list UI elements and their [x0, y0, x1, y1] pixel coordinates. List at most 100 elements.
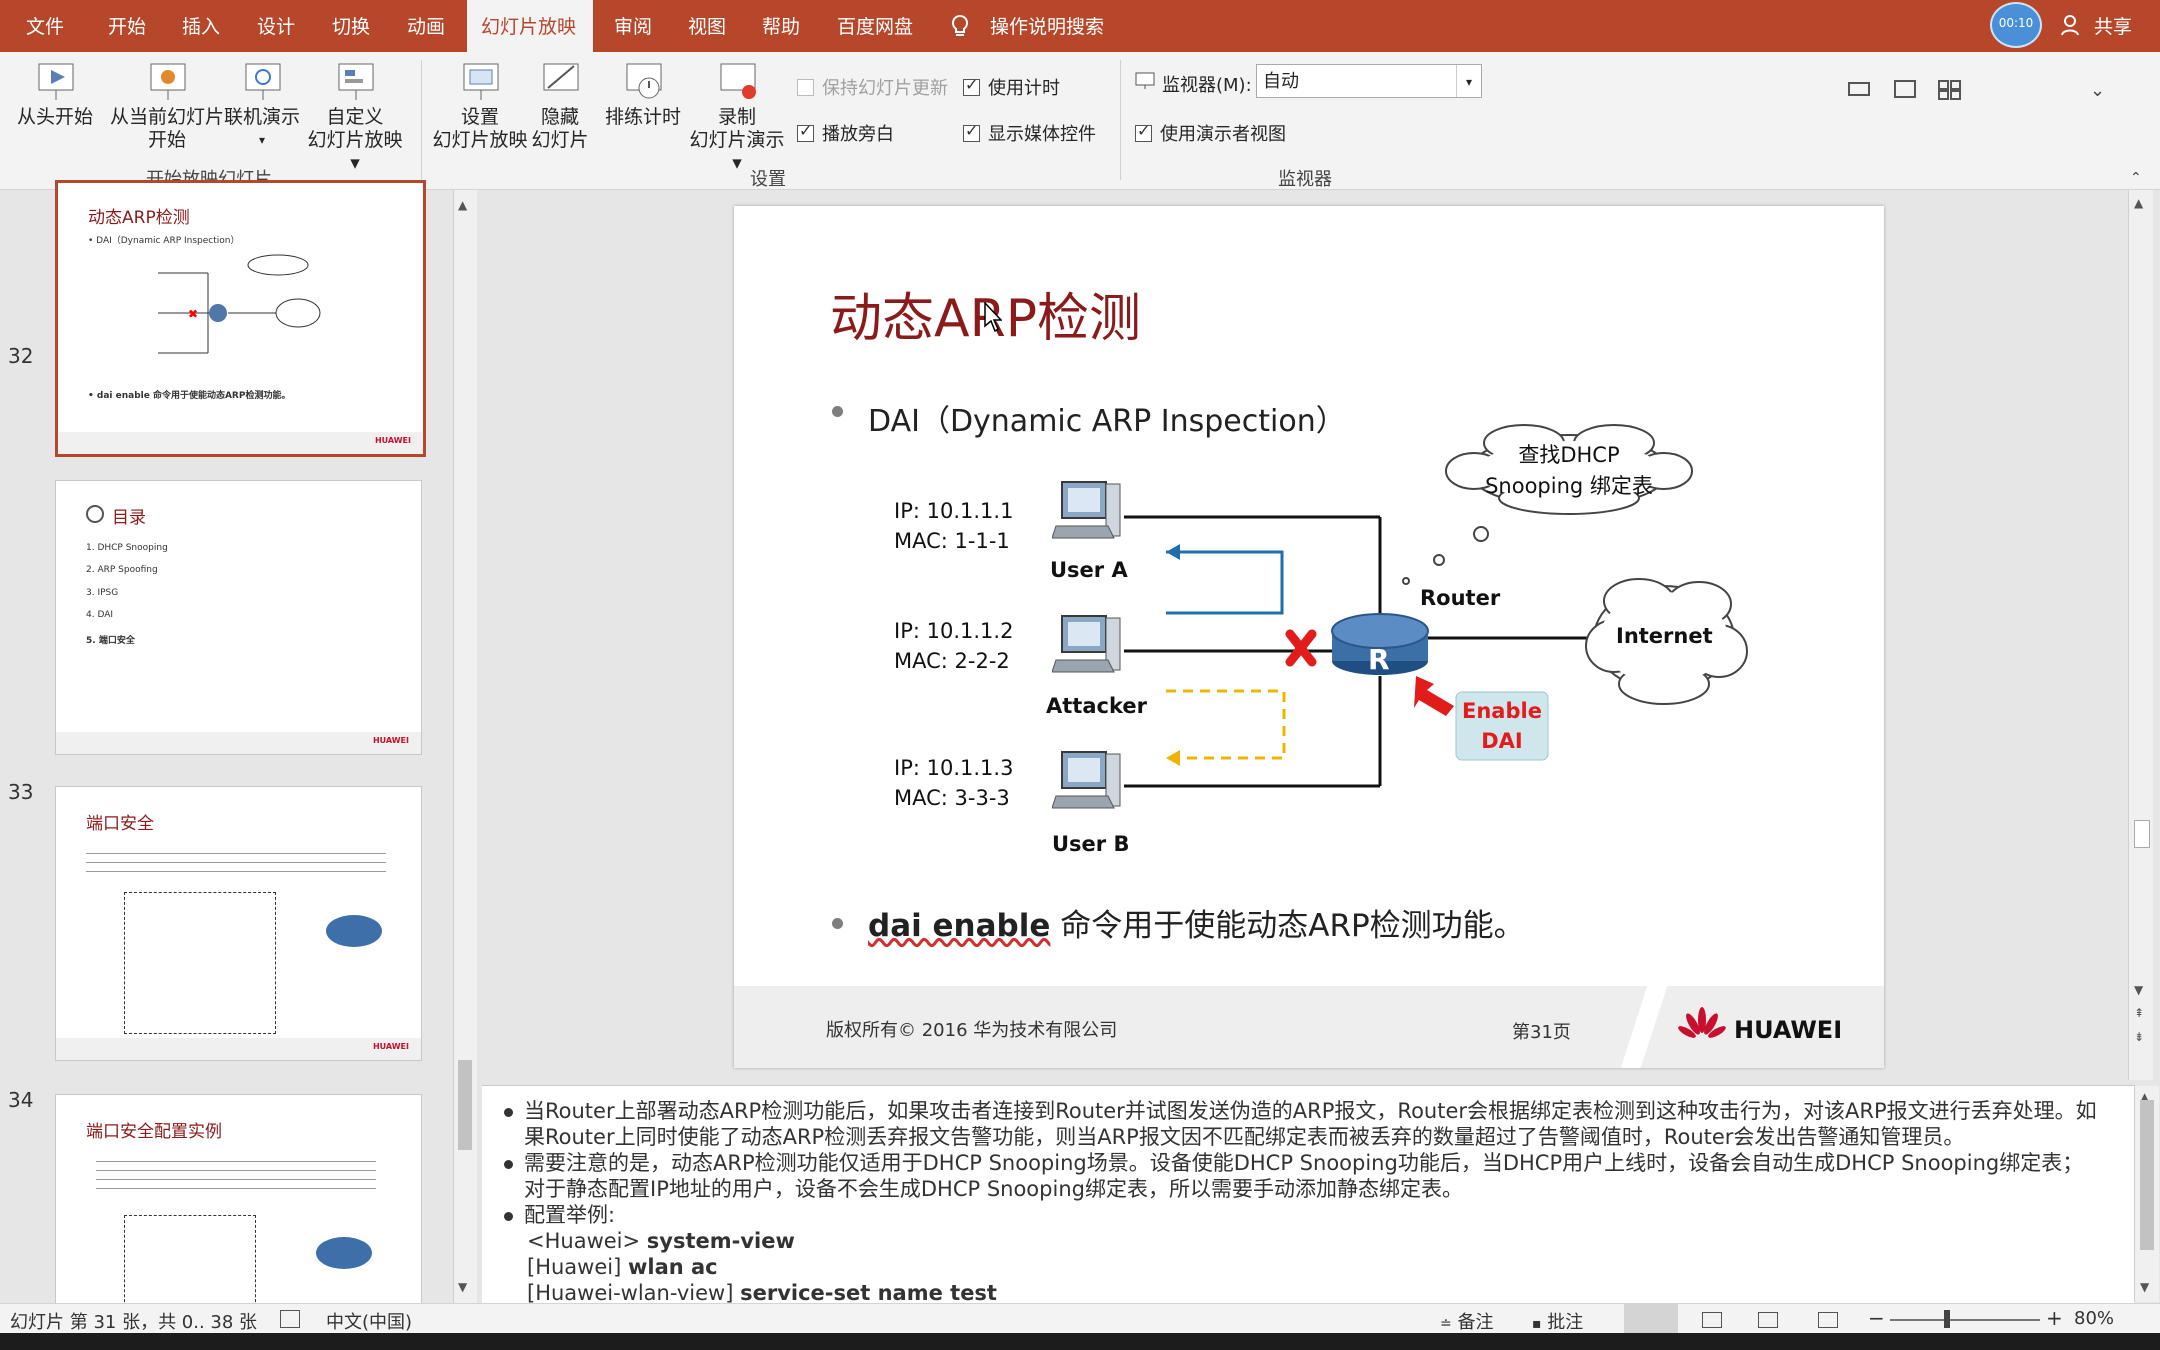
- comments-button[interactable]: ▪ 批注: [1532, 1308, 1583, 1334]
- grid-view-icon[interactable]: [1938, 80, 1962, 100]
- hide-slide-icon: [540, 60, 580, 102]
- monitor-icon: [1135, 72, 1155, 90]
- from-beginning-button[interactable]: 从头开始: [10, 60, 100, 129]
- spellcheck-icon[interactable]: [280, 1310, 300, 1328]
- group-label-setup: 设置: [750, 169, 786, 190]
- internet-label: Internet: [1616, 624, 1713, 648]
- language-indicator[interactable]: 中文(中国): [326, 1308, 412, 1334]
- next-slide-icon[interactable]: ⇟: [2134, 1030, 2144, 1044]
- tab-baidu-netdisk[interactable]: 百度网盘: [823, 0, 927, 52]
- setup-slideshow-icon: [460, 60, 500, 102]
- tab-slideshow[interactable]: 幻灯片放映: [467, 0, 593, 52]
- zoom-slider[interactable]: [1890, 1319, 2040, 1321]
- svg-text:✖: ✖: [188, 307, 198, 321]
- internet-cloud-icon: [326, 915, 382, 947]
- setup-slideshow-button[interactable]: 设置 幻灯片放映: [428, 60, 532, 152]
- hide-slide-button[interactable]: 隐藏 幻灯片: [528, 60, 592, 152]
- tab-animations[interactable]: 动画: [393, 0, 459, 52]
- rehearse-timings-button[interactable]: 排练计时: [602, 60, 684, 129]
- tab-review[interactable]: 审阅: [600, 0, 666, 52]
- slide-thumbnail-32[interactable]: 目录 1. DHCP Snooping 2. ARP Spoofing 3. I…: [55, 480, 422, 755]
- slide-thumbnail-31[interactable]: 动态ARP检测 • DAI（Dynamic ARP Inspection） ✖ …: [55, 180, 426, 457]
- scrollbar-thumb[interactable]: [2140, 1100, 2154, 1250]
- pc-icon: [1051, 478, 1124, 550]
- router-label: Router: [1420, 586, 1501, 610]
- slide-scrollbar[interactable]: ▲ ▼ ⇞ ⇟: [2128, 190, 2153, 1080]
- slide-view-icon[interactable]: [1894, 80, 1916, 98]
- slideshow-play-icon: [35, 60, 75, 102]
- scrollbar-thumb[interactable]: [458, 1060, 472, 1150]
- pc-icon: [1051, 612, 1124, 684]
- notes-scrollbar[interactable]: ▲ ▼: [2134, 1086, 2159, 1302]
- tab-help[interactable]: 帮助: [748, 0, 814, 52]
- thumbnail-scrollbar[interactable]: ▲ ▼: [453, 190, 477, 1303]
- tab-file[interactable]: 文件: [12, 0, 78, 52]
- attacker-address: IP: 10.1.1.2 MAC: 2-2-2: [894, 619, 1014, 673]
- note-code-line: [Huawei] wlan ac: [527, 1255, 718, 1279]
- normal-view-button[interactable]: [1624, 1304, 1678, 1334]
- note-paragraph: 需要注意的是，动态ARP检测功能仅适用于DHCP Snooping场景。设备使能…: [504, 1150, 2104, 1202]
- tab-home[interactable]: 开始: [94, 0, 160, 52]
- rehearse-timer-icon: [623, 60, 663, 102]
- note-paragraph: 配置举例:: [504, 1202, 2104, 1228]
- notes-toggle-button[interactable]: ≐ 备注: [1440, 1308, 1493, 1334]
- user-a-address: IP: 10.1.1.1 MAC: 1-1-1: [894, 499, 1014, 553]
- tab-transitions[interactable]: 切换: [318, 0, 384, 52]
- thumbnail-diagram: ✖: [98, 253, 321, 363]
- note-code-line: <Huawei> system-view: [527, 1229, 795, 1253]
- zoom-in-button[interactable]: +: [2046, 1306, 2063, 1330]
- custom-slideshow-icon: [335, 60, 375, 102]
- ribbon-divider: [1120, 60, 1121, 180]
- tell-me-search[interactable]: 操作说明搜索: [976, 0, 1118, 52]
- keep-slides-updated-checkbox[interactable]: 保持幻灯片更新: [797, 74, 948, 100]
- thumbnail-pane: 动态ARP检测 • DAI（Dynamic ARP Inspection） ✖ …: [0, 180, 477, 1316]
- taskbar: [0, 1333, 2160, 1350]
- record-icon: [717, 60, 757, 102]
- slideshow-view-icon[interactable]: [1818, 1312, 1838, 1328]
- toc-icon: [86, 505, 104, 523]
- slide-thumbnail-34[interactable]: 端口安全配置实例: [55, 1094, 422, 1316]
- share-button[interactable]: 共享: [2080, 0, 2146, 52]
- ribbon: 从头开始 从当前幻灯片 开始 联机演示 ▾ 自定义 幻灯片放映 ▾ 开始放映幻灯…: [0, 52, 2160, 190]
- presenter-view-checkbox[interactable]: 使用演示者视图: [1135, 120, 1286, 146]
- attacker-label: Attacker: [1046, 694, 1147, 718]
- mouse-cursor-icon: [984, 301, 1003, 333]
- slide-count-text: 幻灯片 第 31 张，共 0.. 38 张: [10, 1312, 258, 1333]
- note-paragraph: 当Router上部署动态ARP检测功能后，如果攻击者连接到Router并试图发送…: [504, 1098, 2104, 1150]
- bullet-dot: [832, 918, 843, 929]
- notes-pane[interactable]: 当Router上部署动态ARP检测功能后，如果攻击者连接到Router并试图发送…: [482, 1085, 2135, 1304]
- zoom-out-button[interactable]: −: [1868, 1306, 1885, 1330]
- show-media-controls-checkbox[interactable]: 显示媒体控件: [963, 120, 1096, 146]
- tab-design[interactable]: 设计: [243, 0, 309, 52]
- zoom-slider-thumb[interactable]: [1944, 1310, 1950, 1328]
- svg-text:R: R: [1368, 643, 1390, 676]
- pc-icon: [1051, 748, 1124, 820]
- page-number: 第31页: [1512, 1022, 1571, 1043]
- chevron-down-icon[interactable]: ▾: [1456, 65, 1481, 97]
- use-timings-checkbox[interactable]: 使用计时: [963, 74, 1060, 100]
- ribbon-tab-bar: 文件 开始 插入 设计 切换 动画 幻灯片放映 审阅 视图 帮助 百度网盘 操作…: [0, 0, 2160, 52]
- present-online-button[interactable]: 联机演示 ▾: [216, 60, 308, 152]
- user-b-label: User B: [1052, 832, 1130, 856]
- record-slideshow-button[interactable]: 录制 幻灯片演示 ▾: [682, 60, 792, 175]
- zoom-level[interactable]: 80%: [2074, 1308, 2114, 1329]
- tab-view[interactable]: 视图: [674, 0, 740, 52]
- scrollbar-thumb[interactable]: [2134, 820, 2150, 848]
- play-narrations-checkbox[interactable]: 播放旁白: [797, 120, 894, 146]
- group-label-monitor: 监视器: [1278, 169, 1332, 190]
- slide-canvas[interactable]: 动态ARP检测 DAI（Dynamic ARP Inspection） R: [734, 206, 1884, 1068]
- slide-bullet-2[interactable]: dai enable 命令用于使能动态ARP检测功能。: [868, 900, 1525, 945]
- slide-sorter-icon[interactable]: [1702, 1312, 1722, 1328]
- collapse-ribbon-icon[interactable]: ⌃: [2130, 170, 2142, 186]
- slide-thumbnail-33[interactable]: 端口安全 HUAWEI: [55, 786, 422, 1061]
- chevron-down-icon[interactable]: ⌄: [2090, 80, 2110, 101]
- normal-view-icon[interactable]: [1848, 82, 1870, 96]
- huawei-wordmark: HUAWEI: [1734, 1016, 1843, 1044]
- previous-slide-icon[interactable]: ⇞: [2134, 1006, 2144, 1020]
- tab-insert[interactable]: 插入: [168, 0, 234, 52]
- status-bar: 幻灯片 第 31 张，共 0.. 38 张 中文(中国) ≐ 备注 ▪ 批注 −…: [0, 1303, 2160, 1334]
- monitor-label: 监视器(M):: [1162, 75, 1252, 96]
- monitor-select[interactable]: 自动 ▾: [1256, 64, 1482, 98]
- custom-slideshow-button[interactable]: 自定义 幻灯片放映 ▾: [300, 60, 410, 175]
- reading-view-icon[interactable]: [1758, 1312, 1778, 1328]
